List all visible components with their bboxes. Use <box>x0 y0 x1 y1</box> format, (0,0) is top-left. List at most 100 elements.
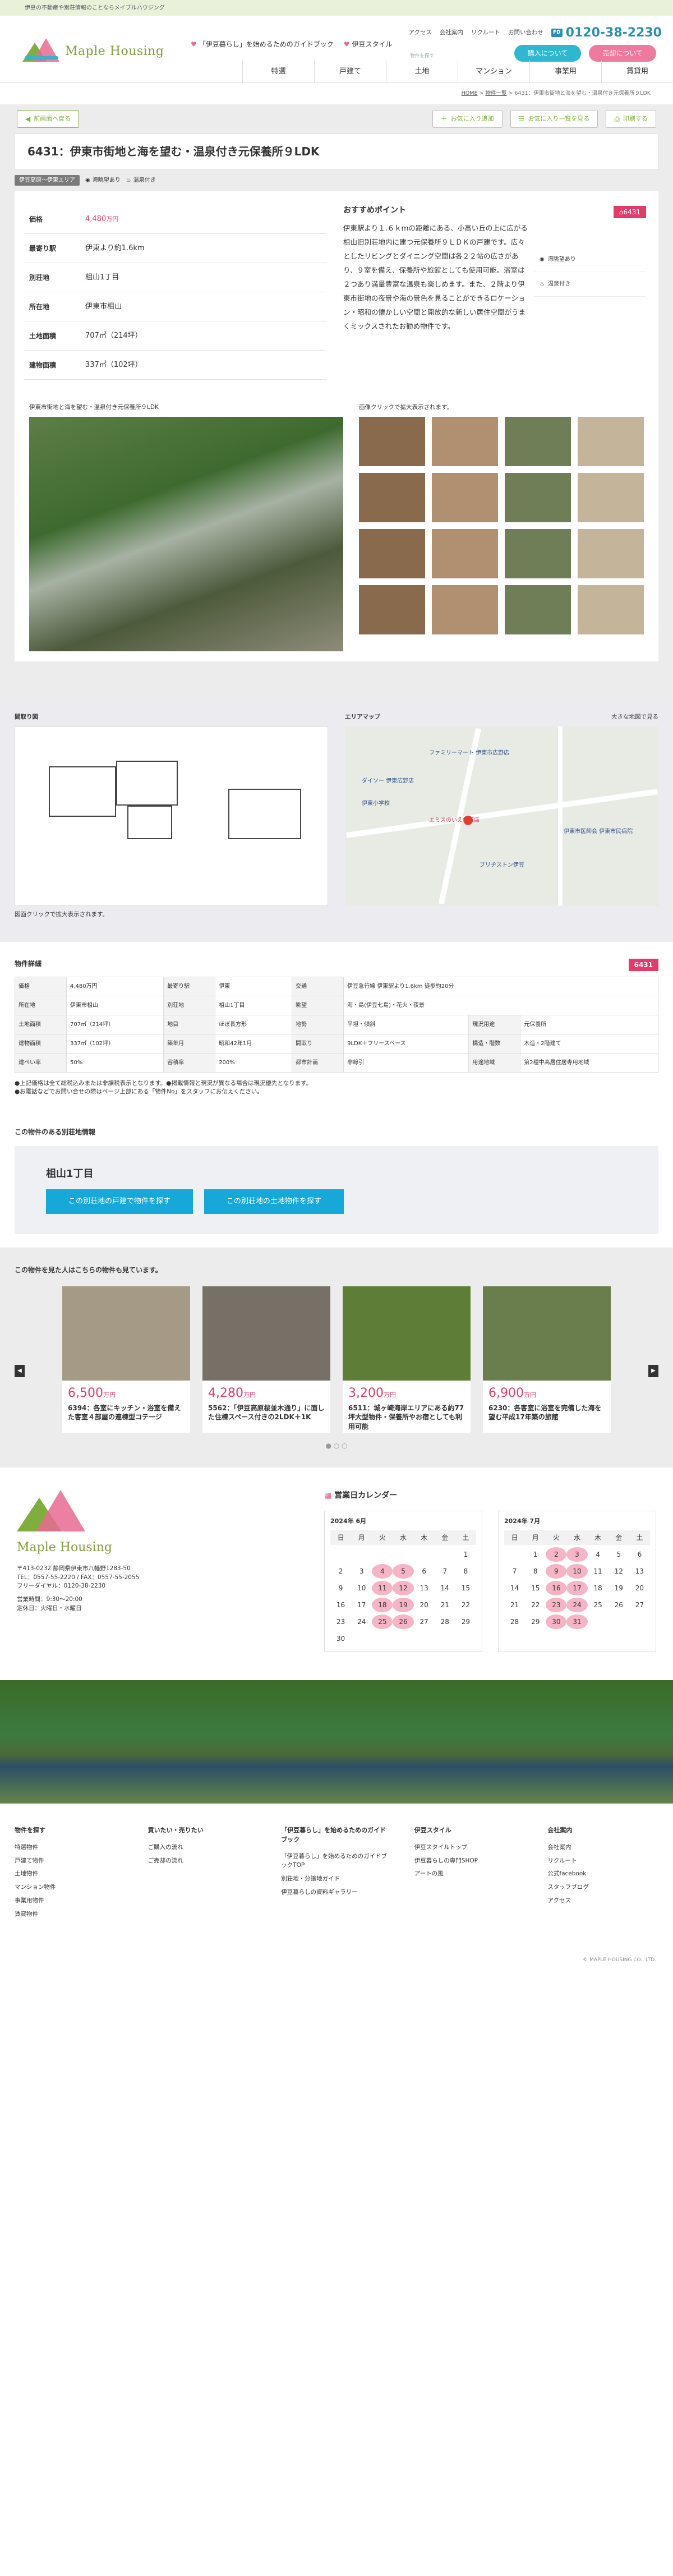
thumbnail[interactable] <box>505 417 571 466</box>
thumbnail[interactable] <box>578 585 644 634</box>
calendar-day: 18 <box>593 1584 602 1593</box>
carousel-dots[interactable]: ● ○ ○ <box>15 1433 658 1451</box>
footer-link[interactable]: ご購入の流れ <box>148 1843 259 1852</box>
tab-mansion[interactable]: マンション <box>458 60 529 82</box>
property-card[interactable]: 6,900万円 6230：各客室に浴室を完備した海を望む平成17年築の旅館 <box>483 1286 611 1433</box>
detail-notes: ●上記価格は全て総税込みまたは非課税表示となります。●掲載情報と現況が異なる場合… <box>15 1079 312 1096</box>
footer-link[interactable]: 会社案内 <box>547 1843 658 1852</box>
footer-link[interactable]: リクルート <box>547 1857 658 1866</box>
header-utility-links: アクセス 会社案内 リクルート お問い合わせ FD 0120-38-2230 <box>408 24 662 42</box>
property-card[interactable]: 6,500万円 6394：各室にキッチン・浴室を備えた客室４部屋の連棟型コテージ <box>62 1286 190 1433</box>
calendar-day: 18 <box>372 1598 393 1613</box>
tab-house[interactable]: 戸建て <box>314 60 386 82</box>
footer-link[interactable]: 伊豆スタイルトップ <box>414 1843 526 1852</box>
thumbnail[interactable] <box>359 473 425 522</box>
price-value: 4,480 <box>85 215 107 223</box>
carousel-prev-icon[interactable]: ◀ <box>15 1364 25 1377</box>
footer-link[interactable]: 事業用物件 <box>15 1897 126 1906</box>
tab-rental[interactable]: 賃貸用 <box>601 60 673 82</box>
area-house-button[interactable]: この別荘地の戸建で物件を探す <box>46 1189 193 1214</box>
map-label: 伊東市医師会 伊東市民病院 <box>564 828 633 835</box>
thumbnail[interactable] <box>432 417 498 466</box>
footer-link[interactable]: マンション物件 <box>15 1883 126 1892</box>
calendar-day: 31 <box>566 1614 588 1630</box>
footer-link[interactable]: アクセス <box>547 1897 658 1906</box>
fav-add-button[interactable]: ＋お気に入り追加 <box>432 110 503 128</box>
calendar-day: 24 <box>357 1618 366 1626</box>
footer-link[interactable]: 伊豆暮らしの資料ギャラリー <box>281 1888 392 1897</box>
buy-button[interactable]: 購入について <box>514 45 582 62</box>
thumbnail[interactable] <box>578 529 644 578</box>
print-button[interactable]: ⎙ 印刷する <box>606 110 656 128</box>
floor-plan-image[interactable] <box>15 726 328 906</box>
property-title: 6431：伊東市街地と海を望む・温泉付き元保養所９LDK <box>15 134 658 170</box>
izu-style-link[interactable]: ♥ 伊豆スタイル <box>344 39 393 49</box>
heart-icon: ♥ <box>343 40 350 48</box>
feature-onsen: ♨ 温泉付き <box>534 272 646 297</box>
property-card[interactable]: 3,200万円 6511：城ヶ崎海岸エリアにある約77坪大型物件・保養所やお宿とし… <box>343 1286 471 1433</box>
list-icon: ☰ <box>518 115 525 123</box>
thumbnail[interactable] <box>359 585 425 634</box>
site-logo[interactable]: Maple Housing <box>22 38 164 64</box>
fav-view-button[interactable]: ☰ お気に入り一覧を見る <box>510 110 598 128</box>
footer-link[interactable]: 土地物件 <box>15 1870 126 1879</box>
footer-link[interactable]: ご売却の流れ <box>148 1857 259 1866</box>
footer-link[interactable]: 賃貸物件 <box>15 1910 126 1919</box>
large-map-link[interactable]: 大きな地図で見る <box>611 713 658 722</box>
thumbnail[interactable] <box>578 417 644 466</box>
footer-links: 物件を探す 特選物件 戸建て物件 土地物件 マンション物件 事業用物件 賃貸物件 買いたい・売… <box>0 1804 673 1945</box>
recruit-link[interactable]: リクルート <box>471 29 500 38</box>
thumbnail[interactable] <box>505 585 571 634</box>
thumbnail[interactable] <box>432 585 498 634</box>
calendar-day: 13 <box>420 1584 428 1593</box>
guidebook-link[interactable]: ♥ 「伊豆暮らし」を始めるためのガイドブック <box>191 39 334 49</box>
thumb-caption: 画像クリックで拡大表示されます。 <box>359 404 453 411</box>
back-button[interactable]: ◀ 前画面へ戻る <box>17 110 80 128</box>
recommend-point: おすすめポイント 伊東駅より１.６ｋｍの距離にある、小高い丘の上に広がる柤山旧別… <box>338 205 535 380</box>
tab-land[interactable]: 物件を探す 土地 <box>386 53 458 82</box>
thumbnail[interactable] <box>505 473 571 522</box>
area-land-button[interactable]: この別荘地の土地物件を探す <box>204 1189 344 1214</box>
recommend-carousel: ◀ 6,500万円 6394：各室にキッチン・浴室を備えた客室４部屋の連棟型コテー… <box>15 1286 658 1433</box>
thumbnail[interactable] <box>359 417 425 466</box>
weekday-header: 日 <box>504 1530 526 1545</box>
freedial-icon: FD <box>551 28 563 38</box>
area-map[interactable]: ファミリーマート 伊東市広野店 ダイソー 伊東広野店 伊東小学校 エミスのいえ伊… <box>345 726 658 906</box>
calendar-day: 2 <box>338 1567 343 1576</box>
tab-special[interactable]: 特選 <box>242 60 314 82</box>
breadcrumb-list[interactable]: 物件一覧 <box>485 90 506 96</box>
footer-link[interactable]: アートの風 <box>414 1870 526 1879</box>
recommend-section: この物件を見た人はこちらの物件も見ています。 ◀ 6,500万円 6394：各室に… <box>0 1247 673 1468</box>
footer-link-column: 会社案内 会社案内 リクルート 公式facebook スタッフブログ アクセス <box>547 1826 658 1923</box>
main-photo[interactable] <box>29 417 343 651</box>
carousel-next-icon[interactable]: ▶ <box>648 1364 658 1377</box>
calendar-day: 24 <box>566 1598 588 1613</box>
footer-link[interactable]: 別荘地・分譲地ガイド <box>281 1875 392 1884</box>
breadcrumb-home[interactable]: HOME <box>462 90 478 96</box>
thumbnail[interactable] <box>505 529 571 578</box>
calendar-day: 29 <box>461 1618 471 1626</box>
company-link[interactable]: 会社案内 <box>440 29 463 38</box>
table-row: 所在地 伊東市柤山 別荘地 柤山1丁目 眺望 海・島(伊豆七島)・花火・夜景 <box>15 995 658 1015</box>
calendar-day: 23 <box>546 1598 567 1613</box>
sea-view-tag: ◉ 海眺望あり <box>85 177 121 184</box>
footer-link[interactable]: 戸建て物件 <box>15 1857 126 1866</box>
thumbnail[interactable] <box>359 529 425 578</box>
contact-link[interactable]: お問い合わせ <box>508 29 543 38</box>
property-card[interactable]: 4,280万円 5562：「伊豆高原桜並木通り」に面した住棟スペース付きの2LDK… <box>202 1286 330 1433</box>
footer-link[interactable]: 特選物件 <box>15 1843 126 1852</box>
calendar-day: 3 <box>566 1547 588 1562</box>
tab-business[interactable]: 事業用 <box>529 60 601 82</box>
access-link[interactable]: アクセス <box>408 29 431 38</box>
table-row: 土地面積 707㎡（214坪） 地目 ほぼ長方形 地勢 平坦・傾斜 現況用途 元保養所 <box>15 1014 658 1034</box>
footer-link[interactable]: 公式facebook <box>547 1870 658 1879</box>
thumbnail[interactable] <box>432 473 498 522</box>
footer-link[interactable]: 伊豆暮らしの専門SHOP <box>414 1857 526 1866</box>
thumbnail[interactable] <box>578 473 644 522</box>
footer-link[interactable]: 「伊豆暮らし」を始めるためのガイドブックTOP <box>281 1852 392 1870</box>
thumbnail[interactable] <box>432 529 498 578</box>
phone-number[interactable]: FD 0120-38-2230 <box>551 24 662 42</box>
footer-link[interactable]: スタッフブログ <box>547 1883 658 1892</box>
sell-button[interactable]: 売却について <box>589 45 656 62</box>
breadcrumb-current: 6431：伊東市街地と海を望む・温泉付き元保養所９LDK <box>514 90 651 96</box>
